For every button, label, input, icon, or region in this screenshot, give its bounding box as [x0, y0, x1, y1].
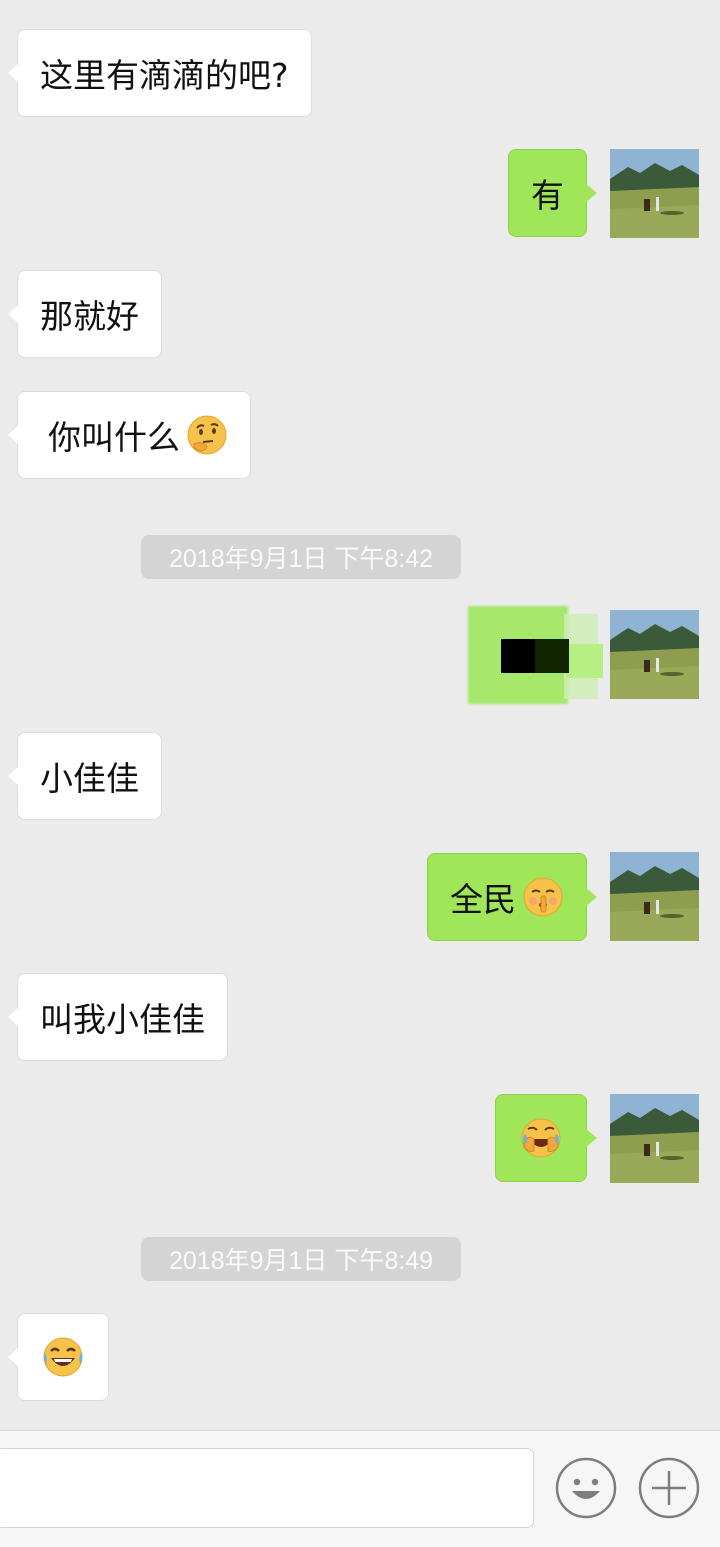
message-bubble-incoming[interactable]: 那就好 — [8, 270, 162, 358]
landscape-avatar-image — [610, 610, 699, 699]
timestamp-text: 2018年9月1日 下午8:49 — [168, 1247, 434, 1275]
message-input[interactable] — [0, 1448, 534, 1528]
message-bubble-outgoing[interactable]: 有 — [508, 149, 597, 237]
message-input-bar — [0, 1430, 720, 1547]
message-bubble-incoming[interactable]: 这里有滴滴的吧? — [8, 29, 312, 117]
timestamp-divider: 2018年9月1日 下午8:49 — [141, 1237, 461, 1281]
redaction-block — [535, 639, 569, 673]
landscape-avatar-image — [610, 149, 699, 238]
message-text: 有 — [531, 176, 564, 215]
avatar[interactable] — [610, 1094, 699, 1183]
message-bubble-incoming[interactable]: 叫我小佳佳 — [8, 973, 228, 1061]
timestamp-divider: 2018年9月1日 下午8:42 — [141, 535, 461, 579]
message-bubble-outgoing[interactable] — [495, 1094, 597, 1182]
tears-of-joy-icon — [43, 1337, 83, 1377]
message-text: 全民 — [450, 880, 516, 919]
message-bubble-outgoing[interactable]: 全民 — [427, 853, 597, 941]
message-bubble-incoming[interactable]: 你叫什么 — [8, 391, 251, 479]
message-bubble-incoming[interactable]: 小佳佳 — [8, 732, 162, 820]
timestamp-text: 2018年9月1日 下午8:42 — [168, 545, 434, 573]
message-text: 你叫什么 — [48, 418, 180, 457]
avatar[interactable] — [610, 852, 699, 941]
message-text: 小佳佳 — [40, 759, 139, 798]
chat-messages[interactable]: 这里有滴滴的吧? 有 那就好 你叫什么 2018年9月1日 下午8:42 小佳佳… — [0, 0, 720, 1430]
avatar[interactable] — [610, 610, 699, 699]
face-palm-laughing-icon — [521, 1118, 561, 1158]
landscape-avatar-image — [610, 852, 699, 941]
message-bubble-incoming[interactable] — [8, 1313, 109, 1401]
landscape-avatar-image — [610, 1094, 699, 1183]
shushing-face-icon — [523, 877, 563, 917]
message-bubble-outgoing-redacted[interactable] — [468, 606, 603, 704]
thinking-face-icon — [187, 415, 227, 455]
redacted-bubble-tail — [566, 644, 603, 678]
plus-icon[interactable] — [638, 1457, 700, 1519]
smile-icon[interactable] — [555, 1457, 617, 1519]
message-text: 这里有滴滴的吧? — [40, 56, 289, 95]
message-text: 叫我小佳佳 — [40, 1000, 205, 1039]
message-text: 那就好 — [40, 297, 139, 336]
avatar[interactable] — [610, 149, 699, 238]
